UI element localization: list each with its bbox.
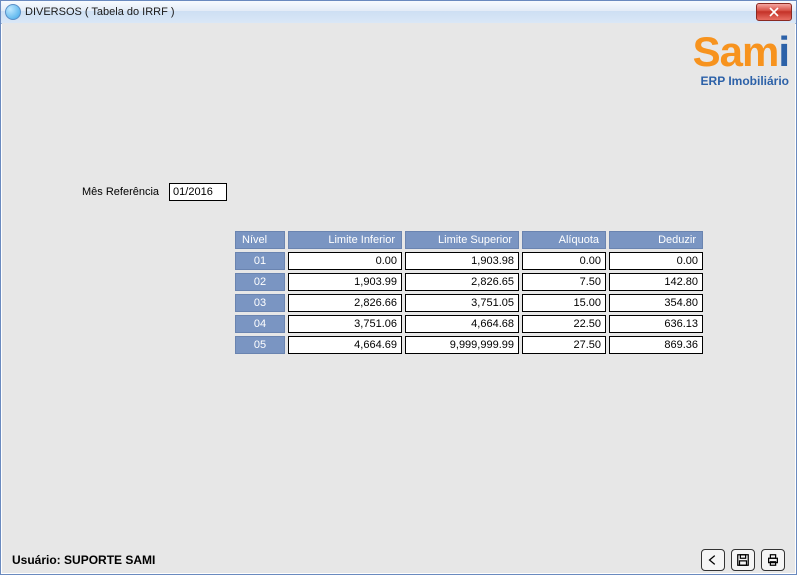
cell-limite-inferior[interactable]: 0.00 bbox=[288, 252, 402, 270]
user-name: SUPORTE SAMI bbox=[64, 553, 155, 567]
print-button[interactable] bbox=[761, 549, 785, 571]
back-icon bbox=[706, 553, 720, 567]
irrf-table: Nível Limite Inferior Limite Superior Al… bbox=[232, 228, 706, 357]
save-button[interactable] bbox=[731, 549, 755, 571]
cell-limite-inferior[interactable]: 4,664.69 bbox=[288, 336, 402, 354]
cell-limite-superior[interactable]: 1,903.98 bbox=[405, 252, 519, 270]
cell-deduzir[interactable]: 142.80 bbox=[609, 273, 703, 291]
cell-limite-superior[interactable]: 3,751.05 bbox=[405, 294, 519, 312]
cell-nivel: 04 bbox=[235, 315, 285, 333]
cell-deduzir[interactable]: 354.80 bbox=[609, 294, 703, 312]
table-row: 02 1,903.99 2,826.65 7.50 142.80 bbox=[235, 273, 703, 291]
header-nivel: Nível bbox=[235, 231, 285, 249]
cell-nivel: 03 bbox=[235, 294, 285, 312]
user-info: Usuário: SUPORTE SAMI bbox=[12, 553, 155, 567]
table-row: 04 3,751.06 4,664.68 22.50 636.13 bbox=[235, 315, 703, 333]
brand-text-blue: i bbox=[778, 28, 789, 75]
footer-buttons bbox=[701, 549, 785, 571]
header-aliquota: Alíquota bbox=[522, 231, 606, 249]
cell-aliquota[interactable]: 27.50 bbox=[522, 336, 606, 354]
close-button[interactable] bbox=[756, 3, 792, 21]
cell-deduzir[interactable]: 636.13 bbox=[609, 315, 703, 333]
cell-limite-inferior[interactable]: 2,826.66 bbox=[288, 294, 402, 312]
save-icon bbox=[736, 553, 750, 567]
print-icon bbox=[766, 553, 780, 567]
app-window: DIVERSOS ( Tabela do IRRF ) Sami ERP Imo… bbox=[0, 0, 797, 575]
brand-text-orange: Sam bbox=[693, 28, 779, 75]
cell-nivel: 05 bbox=[235, 336, 285, 354]
table-row: 05 4,664.69 9,999,999.99 27.50 869.36 bbox=[235, 336, 703, 354]
titlebar[interactable]: DIVERSOS ( Tabela do IRRF ) bbox=[1, 1, 796, 24]
table-row: 03 2,826.66 3,751.05 15.00 354.80 bbox=[235, 294, 703, 312]
client-area: Sami ERP Imobiliário Mês Referência Níve… bbox=[2, 23, 795, 573]
header-limite-superior: Limite Superior bbox=[405, 231, 519, 249]
cell-aliquota[interactable]: 0.00 bbox=[522, 252, 606, 270]
brand-tagline: ERP Imobiliário bbox=[693, 75, 789, 87]
cell-aliquota[interactable]: 22.50 bbox=[522, 315, 606, 333]
cell-limite-superior[interactable]: 2,826.65 bbox=[405, 273, 519, 291]
window-title: DIVERSOS ( Tabela do IRRF ) bbox=[25, 6, 175, 18]
header-limite-inferior: Limite Inferior bbox=[288, 231, 402, 249]
cell-limite-superior[interactable]: 9,999,999.99 bbox=[405, 336, 519, 354]
cell-nivel: 02 bbox=[235, 273, 285, 291]
footer: Usuário: SUPORTE SAMI bbox=[2, 547, 795, 573]
reference-input[interactable] bbox=[169, 183, 227, 201]
cell-deduzir[interactable]: 869.36 bbox=[609, 336, 703, 354]
cell-limite-superior[interactable]: 4,664.68 bbox=[405, 315, 519, 333]
reference-row: Mês Referência bbox=[82, 183, 227, 201]
cell-aliquota[interactable]: 7.50 bbox=[522, 273, 606, 291]
user-prefix: Usuário: bbox=[12, 553, 61, 567]
table-header-row: Nível Limite Inferior Limite Superior Al… bbox=[235, 231, 703, 249]
cell-nivel: 01 bbox=[235, 252, 285, 270]
header-deduzir: Deduzir bbox=[609, 231, 703, 249]
close-icon bbox=[769, 7, 779, 17]
cell-limite-inferior[interactable]: 3,751.06 bbox=[288, 315, 402, 333]
reference-label: Mês Referência bbox=[82, 186, 159, 198]
cell-deduzir[interactable]: 0.00 bbox=[609, 252, 703, 270]
app-icon bbox=[5, 4, 21, 20]
cell-aliquota[interactable]: 15.00 bbox=[522, 294, 606, 312]
brand-logo: Sami ERP Imobiliário bbox=[693, 31, 789, 87]
cell-limite-inferior[interactable]: 1,903.99 bbox=[288, 273, 402, 291]
table-row: 01 0.00 1,903.98 0.00 0.00 bbox=[235, 252, 703, 270]
back-button[interactable] bbox=[701, 549, 725, 571]
